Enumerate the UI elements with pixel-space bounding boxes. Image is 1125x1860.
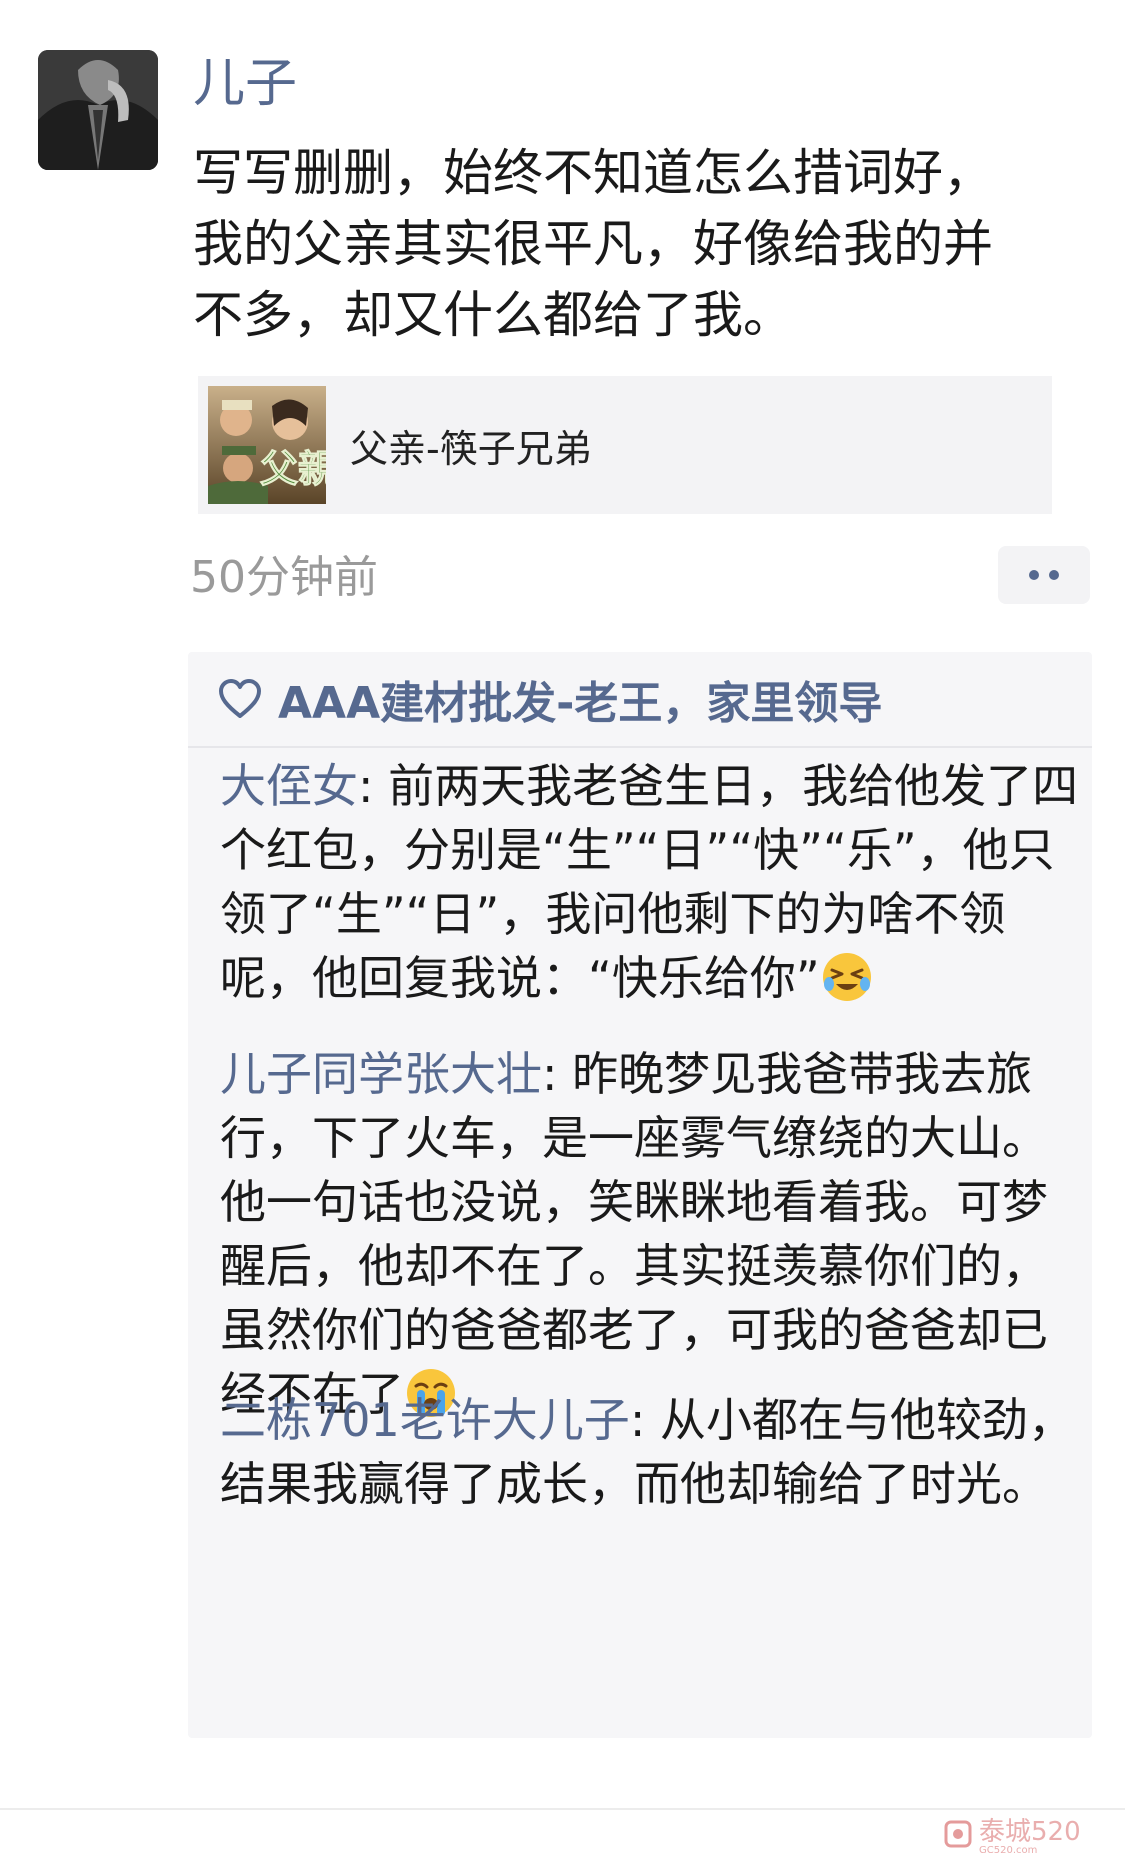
bottom-divider [0,1808,1125,1810]
comment-separator: : [358,759,389,813]
more-dot-icon [1049,570,1059,580]
comment-author[interactable]: 大侄女 [220,759,358,813]
comment-separator: : [542,1047,573,1101]
avatar-photo [38,50,158,170]
music-title: 父亲-筷子兄弟 [350,426,592,471]
site-watermark: 泰城520 GC520.com [943,1812,1119,1856]
likes-row: AAA建材批发-老王，家里领导 [188,652,1092,748]
comment-text: 昨晚梦见我爸带我去旅行，下了火车，是一座雾气缭绕的大山。他一句话也没说，笑眯眯地… [220,1047,1048,1421]
comment-separator: : [629,1393,660,1447]
music-link-card[interactable]: 父親 父亲-筷子兄弟 [198,376,1052,514]
post-text: 写写删删，始终不知道怎么措词好， 我的父亲其实很平凡，好像给我的并 不多，却又什… [193,144,993,344]
svg-text:泰城520: 泰城520 [979,1817,1081,1847]
post-timestamp: 50分钟前 [190,552,378,603]
watermark-logo-icon [944,1820,972,1848]
comment-item[interactable]: 儿子同学张大壮: 昨晚梦见我爸带我去旅行，下了火车，是一座雾气缭绕的大山。他一句… [220,1042,1080,1426]
svg-text:父親: 父親 [260,446,326,491]
comment-author[interactable]: 二栋701老许大儿子 [220,1393,630,1447]
likes-names[interactable]: AAA建材批发-老王，家里领导 [278,667,882,731]
music-cover-thumbnail: 父親 [208,386,326,504]
svg-text:GC520.com: GC520.com [979,1845,1037,1856]
comment-author[interactable]: 儿子同学张大壮 [220,1047,542,1101]
grinning-tears-emoji-icon [822,953,871,1001]
watermark-text-image: 泰城520 GC520.com [979,1817,1081,1856]
more-actions-button[interactable] [998,546,1090,604]
comment-item[interactable]: 二栋701老许大儿子: 从小都在与他较劲，结果我赢得了成长，而他却输给了时光。 [220,1388,1080,1516]
post-author-name[interactable]: 儿子 [193,50,297,118]
heart-outline-icon [219,679,261,718]
avatar[interactable] [38,50,158,170]
likes-comments-panel: AAA建材批发-老王，家里领导 大侄女: 前两天我老爸生日，我给他发了四个红包，… [188,652,1092,1738]
comment-item[interactable]: 大侄女: 前两天我老爸生日，我给他发了四个红包，分别是“生”“日”“快”“乐”，… [220,754,1080,1010]
more-dot-icon [1029,570,1039,580]
